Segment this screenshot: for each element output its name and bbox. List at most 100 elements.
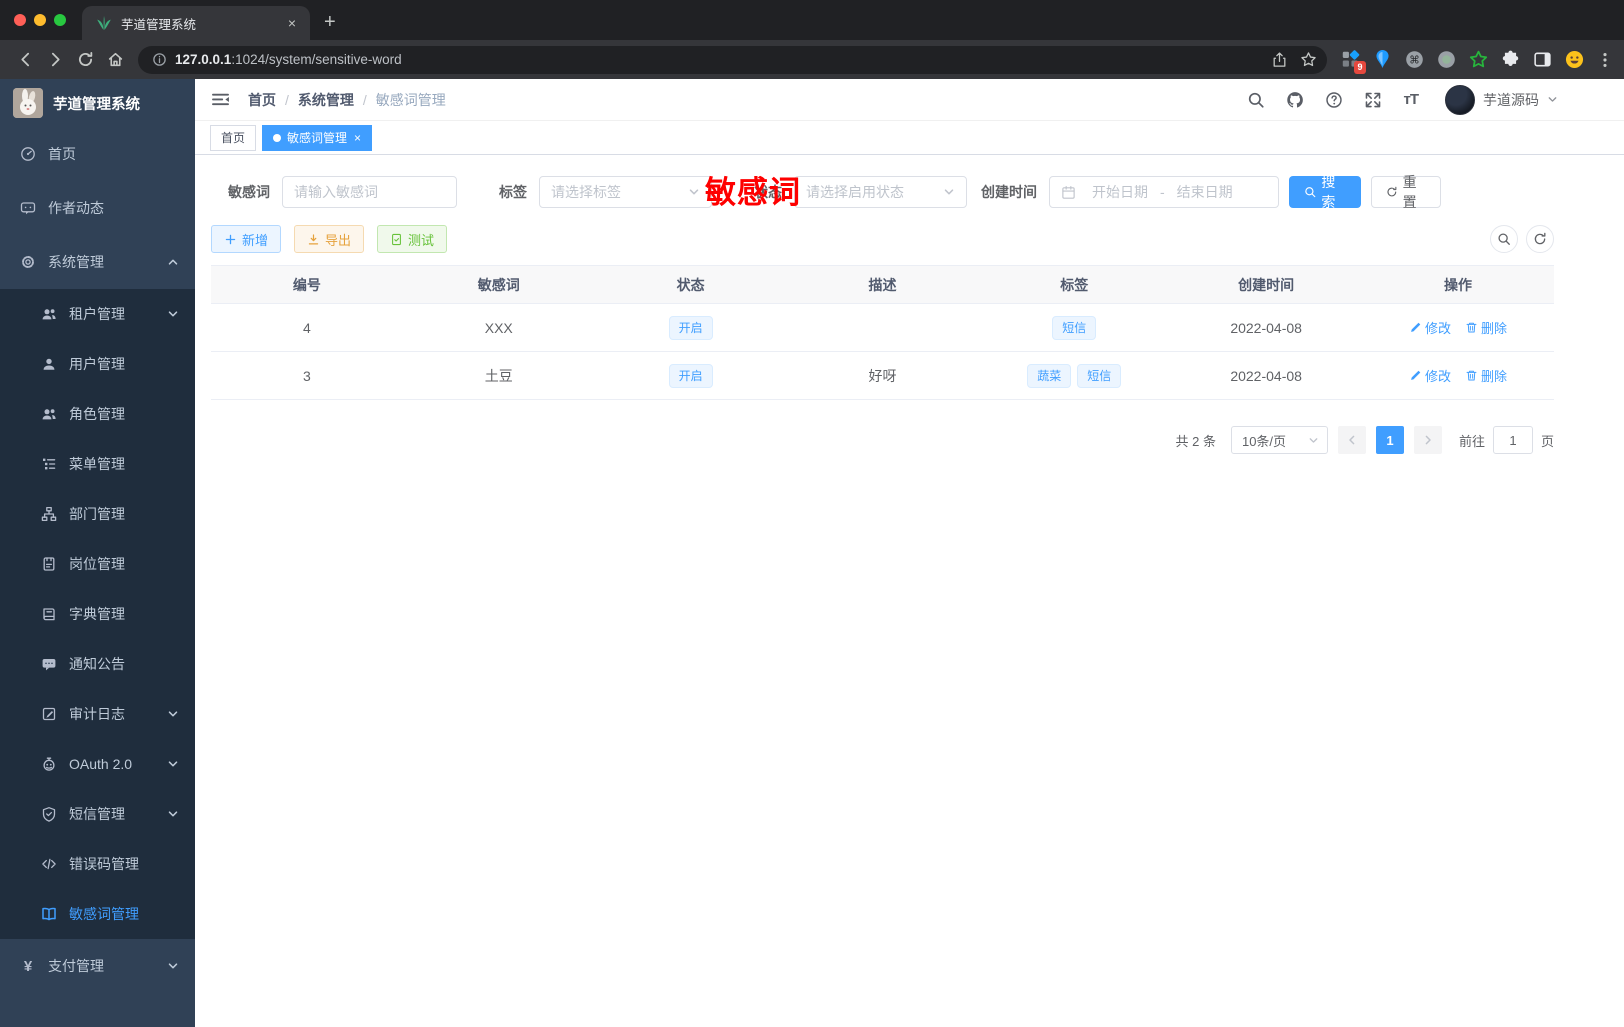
help-icon[interactable] xyxy=(1325,91,1343,109)
export-button[interactable]: 导出 xyxy=(294,225,365,253)
grid-badge-icon[interactable]: 9 xyxy=(1341,50,1366,74)
tab-close-icon[interactable]: × xyxy=(284,15,300,31)
tab-label: 首页 xyxy=(221,131,246,145)
next-page-button[interactable] xyxy=(1413,426,1442,454)
oauth-icon xyxy=(41,756,57,772)
puzzle-icon[interactable] xyxy=(1501,50,1520,69)
date-range-picker[interactable]: 开始日期 - 结束日期 xyxy=(1049,176,1279,208)
app-frame: 敏感词 芋道管理系统 首页 作者动态 系统管理 租户管理 用户管理 角色管理 菜单管理 部门管… xyxy=(0,79,1624,1027)
tab-home[interactable]: 首页 xyxy=(210,124,257,151)
minimize-window-button[interactable] xyxy=(34,14,46,26)
prev-page-button[interactable] xyxy=(1337,426,1366,454)
tab-close-icon[interactable]: × xyxy=(354,131,361,145)
edit-button[interactable]: 修改 xyxy=(1409,318,1451,337)
sidebar-item-首页[interactable]: 首页 xyxy=(0,127,195,181)
cell-tags: 蔬菜 短信 xyxy=(978,351,1171,400)
cell-description xyxy=(786,303,979,352)
sidebar-item-OAuth 2.0[interactable]: OAuth 2.0 xyxy=(0,739,195,789)
side-panel-icon[interactable] xyxy=(1533,50,1552,69)
sidebar-item-菜单管理[interactable]: 菜单管理 xyxy=(0,439,195,489)
sidebar-item-审计日志[interactable]: 审计日志 xyxy=(0,689,195,739)
user-menu[interactable]: 芋道源码 xyxy=(1445,84,1558,115)
kite-icon[interactable] xyxy=(1373,50,1392,69)
trash-icon xyxy=(1465,321,1478,334)
github-icon[interactable] xyxy=(1286,91,1304,109)
search-icon[interactable] xyxy=(1247,91,1265,109)
browser-tab[interactable]: 芋道管理系统 × xyxy=(82,6,310,40)
new-tab-button[interactable]: + xyxy=(324,11,336,34)
table-row: 3 土豆 开启 好呀 蔬菜 短信 2022-04-08 修改 删除 xyxy=(211,351,1554,400)
keyword-input[interactable] xyxy=(294,184,445,200)
sidebar-item-字典管理[interactable]: 字典管理 xyxy=(0,589,195,639)
sidebar-item-label: 支付管理 xyxy=(48,958,104,974)
sidebar-item-角色管理[interactable]: 角色管理 xyxy=(0,389,195,439)
green-star-icon[interactable] xyxy=(1469,50,1488,69)
reload-button[interactable] xyxy=(70,45,100,75)
sidebar-item-作者动态[interactable]: 作者动态 xyxy=(0,181,195,235)
tag-select[interactable]: 请选择标签 xyxy=(539,176,712,208)
toggle-search-button[interactable] xyxy=(1490,225,1518,253)
sidebar-item-租户管理[interactable]: 租户管理 xyxy=(0,289,195,339)
sidebar-item-系统管理[interactable]: 系统管理 xyxy=(0,235,195,289)
search-button-label: 搜索 xyxy=(1321,174,1336,210)
org-icon xyxy=(41,506,57,522)
url-path: :1024/system/sensitive-word xyxy=(231,52,402,67)
home-button[interactable] xyxy=(100,45,130,75)
tag-chip: 短信 xyxy=(1052,315,1097,340)
add-button[interactable]: 新增 xyxy=(211,225,282,253)
forward-button[interactable] xyxy=(40,45,70,75)
page-size-select[interactable]: 10条/页 xyxy=(1230,426,1328,454)
fullscreen-icon[interactable] xyxy=(1364,91,1382,109)
sidebar-item-敏感词管理[interactable]: 敏感词管理 xyxy=(0,889,195,939)
breadcrumb-item[interactable]: 系统管理 xyxy=(298,90,354,110)
sidebar-item-岗位管理[interactable]: 岗位管理 xyxy=(0,539,195,589)
pagination: 共 2 条 10条/页 1 前往 页 xyxy=(211,426,1554,454)
sidebar-item-部门管理[interactable]: 部门管理 xyxy=(0,489,195,539)
calendar-icon xyxy=(1061,185,1076,200)
command-circle-icon[interactable]: ⌘ xyxy=(1405,50,1424,69)
address-bar[interactable]: 127.0.0.1:1024/system/sensitive-word xyxy=(138,45,1327,74)
search-button[interactable]: 搜索 xyxy=(1289,174,1361,210)
page-content: 敏感词 标签 请选择标签 状态 请选择启用状态 xyxy=(195,155,1624,454)
delete-button[interactable]: 删除 xyxy=(1465,366,1507,385)
sidebar-logo[interactable]: 芋道管理系统 xyxy=(0,79,195,127)
chevron-down-icon xyxy=(167,960,179,972)
current-page-button[interactable]: 1 xyxy=(1375,426,1404,454)
sidebar-item-label: 用户管理 xyxy=(69,356,125,372)
collapse-sidebar-icon[interactable] xyxy=(211,91,230,108)
tab-label: 敏感词管理 xyxy=(287,131,348,145)
keyword-input-wrap xyxy=(282,176,457,208)
profile-emoji-icon[interactable] xyxy=(1565,50,1584,69)
reset-button[interactable]: 重置 xyxy=(1371,174,1441,210)
record-circle-icon[interactable] xyxy=(1437,50,1456,69)
share-icon[interactable] xyxy=(1271,51,1288,68)
cell-create-time: 2022-04-08 xyxy=(1170,351,1363,400)
sidebar-item-label: 租户管理 xyxy=(69,306,125,322)
breadcrumb-item[interactable]: 首页 xyxy=(248,90,276,110)
close-window-button[interactable] xyxy=(14,14,26,26)
tab-sensitive-word[interactable]: 敏感词管理 × xyxy=(262,124,373,151)
sidebar-item-label: 首页 xyxy=(48,146,76,162)
back-icon xyxy=(17,51,34,68)
test-button[interactable]: 测试 xyxy=(377,225,448,253)
tree-icon xyxy=(41,456,57,472)
sidebar-item-支付管理[interactable]: ¥ 支付管理 xyxy=(0,939,195,993)
goto-page-input[interactable] xyxy=(1492,426,1533,454)
main-area: 首页 / 系统管理 / 敏感词管理 тT 芋道源码 首页 敏感词管理 × 敏感词… xyxy=(195,79,1624,1027)
font-size-icon[interactable]: тT xyxy=(1403,91,1418,108)
back-button[interactable] xyxy=(10,45,40,75)
chevron-down-icon xyxy=(167,308,179,320)
info-icon[interactable] xyxy=(152,52,167,67)
bookmark-star-icon[interactable] xyxy=(1300,51,1317,68)
refresh-table-button[interactable] xyxy=(1526,225,1554,253)
sidebar-item-通知公告[interactable]: 通知公告 xyxy=(0,639,195,689)
status-select[interactable]: 请选择启用状态 xyxy=(794,176,967,208)
delete-button[interactable]: 删除 xyxy=(1465,318,1507,337)
sidebar-item-短信管理[interactable]: 短信管理 xyxy=(0,789,195,839)
chevron-down-icon xyxy=(1308,435,1319,446)
sidebar-item-用户管理[interactable]: 用户管理 xyxy=(0,339,195,389)
edit-button[interactable]: 修改 xyxy=(1409,366,1451,385)
sidebar-item-错误码管理[interactable]: 错误码管理 xyxy=(0,839,195,889)
zoom-window-button[interactable] xyxy=(54,14,66,26)
browser-menu-icon[interactable] xyxy=(1596,51,1614,69)
